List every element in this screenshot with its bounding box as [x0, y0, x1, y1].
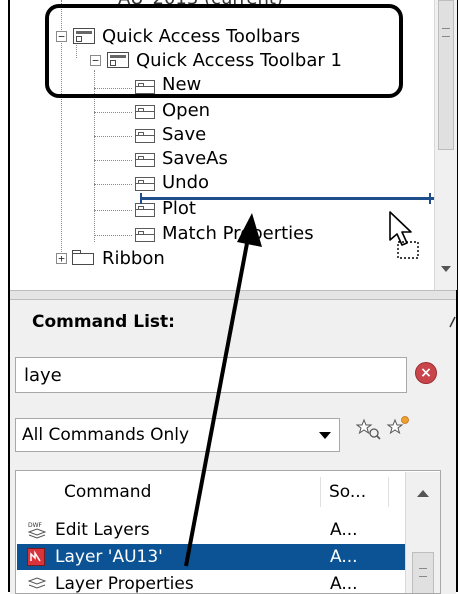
annotation-drag-arrow [184, 213, 262, 567]
